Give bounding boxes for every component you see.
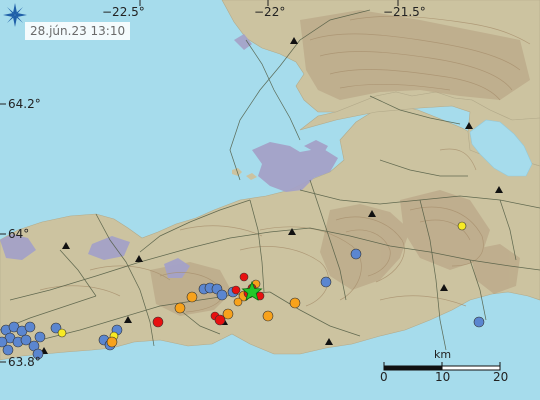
earthquake-marker — [320, 276, 332, 288]
earthquake-marker — [262, 310, 274, 322]
earthquake-map[interactable]: 28.jún.23 13:10 −22.5° −22° −21.5° 64.2°… — [0, 0, 540, 400]
map-canvas — [0, 0, 540, 400]
earthquake-marker — [289, 297, 301, 309]
latitude-label: 64.2° — [8, 97, 41, 111]
longitude-label: −22° — [254, 5, 286, 19]
earthquake-marker — [214, 314, 226, 326]
longitude-label: −21.5° — [383, 5, 426, 19]
earthquake-marker — [106, 336, 118, 348]
earthquake-marker — [231, 285, 241, 295]
earthquake-marker — [0, 336, 8, 348]
earthquake-marker — [473, 316, 485, 328]
vedur-star-logo-icon[interactable] — [0, 0, 30, 30]
earthquake-marker — [216, 289, 228, 301]
earthquake-marker — [457, 221, 467, 231]
longitude-label: −22.5° — [102, 5, 145, 19]
timestamp-label: 28.jún.23 13:10 — [25, 22, 131, 40]
scale-tick-label: 10 — [435, 370, 451, 384]
earthquake-marker — [174, 302, 186, 314]
earthquake-marker — [24, 321, 36, 333]
earthquake-marker — [239, 272, 249, 282]
earthquake-marker — [34, 331, 46, 343]
scale-tick-label: 20 — [493, 370, 509, 384]
earthquake-marker — [186, 291, 198, 303]
latitude-label: 63.8° — [8, 355, 41, 369]
earthquake-marker — [152, 316, 164, 328]
earthquake-marker — [350, 248, 362, 260]
earthquake-marker — [57, 328, 67, 338]
earthquake-marker — [233, 297, 243, 307]
scale-tick-label: 0 — [380, 370, 388, 384]
scale-unit-label: km — [434, 348, 452, 361]
latitude-label: 64° — [8, 227, 30, 241]
